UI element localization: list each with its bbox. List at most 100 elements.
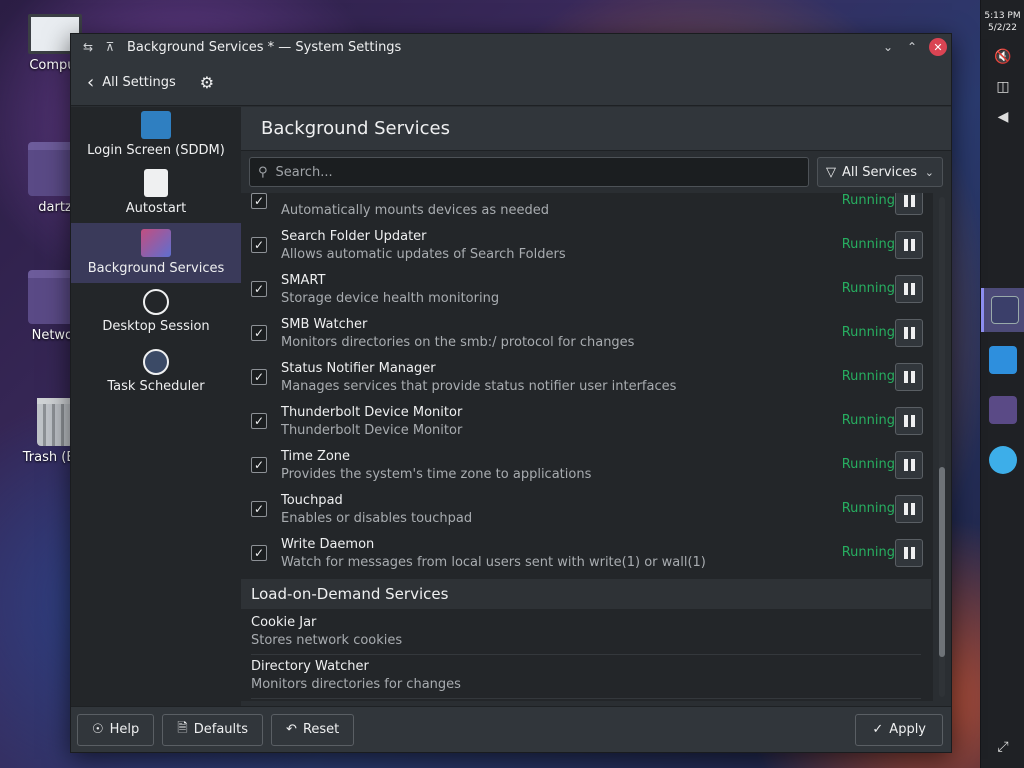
service-enabled-checkbox[interactable]: ✓ bbox=[251, 413, 267, 429]
minimize-icon[interactable]: ⌄ bbox=[877, 36, 899, 58]
pause-bar bbox=[903, 327, 908, 339]
service-enabled-checkbox[interactable]: ✓ bbox=[251, 369, 267, 385]
service-row[interactable]: ✓ Touchpad Enables or disables touchpad Run… bbox=[241, 489, 931, 533]
chevron-down-icon: ⌄ bbox=[924, 165, 934, 179]
login-screen-icon bbox=[141, 111, 171, 139]
service-status: Running bbox=[841, 545, 895, 560]
system-settings-task[interactable] bbox=[981, 288, 1024, 332]
load-on-demand-row[interactable]: Cookie Jar Stores network cookies bbox=[241, 611, 931, 655]
pause-service-button[interactable] bbox=[895, 193, 923, 215]
close-icon[interactable]: ✕ bbox=[929, 38, 947, 56]
collapse-arrow-icon[interactable]: ◀ bbox=[981, 102, 1024, 132]
store-icon bbox=[989, 346, 1017, 374]
defaults-button[interactable]: 🗎 Defaults bbox=[162, 713, 264, 746]
settings-gear-task[interactable] bbox=[981, 438, 1024, 482]
service-row[interactable]: ✓ SMART Storage device health monitoring Ru… bbox=[241, 269, 931, 313]
clock-time: 5:13 PM bbox=[984, 11, 1021, 21]
service-description: Stores network cookies bbox=[251, 633, 403, 648]
sidebar-item-task-scheduler[interactable]: Task Scheduler bbox=[71, 343, 241, 403]
service-row[interactable]: ✓ Automatically mounts devices as needed R… bbox=[241, 193, 931, 225]
service-enabled-checkbox[interactable]: ✓ bbox=[251, 281, 267, 297]
keep-above-icon[interactable]: ⊼ bbox=[99, 36, 121, 58]
service-row[interactable]: ✓ Thunderbolt Device Monitor Thunderbolt D… bbox=[241, 401, 931, 445]
load-on-demand-row[interactable]: Directory Watcher Monitors directories fo… bbox=[241, 655, 931, 699]
service-description: Automatically mounts devices as needed bbox=[281, 203, 549, 218]
filter-label: All Services bbox=[842, 164, 918, 180]
pause-service-button[interactable] bbox=[895, 319, 923, 347]
pause-service-button[interactable] bbox=[895, 363, 923, 391]
scrollbar-thumb[interactable] bbox=[939, 467, 945, 657]
display-icon[interactable]: ◫ bbox=[981, 72, 1024, 102]
store-task[interactable] bbox=[981, 338, 1024, 382]
clock-date: 5/2/22 bbox=[988, 23, 1017, 33]
service-row[interactable]: ✓ Write Daemon Watch for messages from loc… bbox=[241, 533, 931, 577]
window-menu-icon[interactable]: ⇆ bbox=[77, 36, 99, 58]
service-row[interactable]: ✓ Status Notifier Manager Manages services… bbox=[241, 357, 931, 401]
task-scheduler-icon bbox=[143, 349, 169, 375]
service-enabled-checkbox[interactable]: ✓ bbox=[251, 237, 267, 253]
pause-service-button[interactable] bbox=[895, 495, 923, 523]
pause-bar bbox=[903, 459, 908, 471]
service-name: Search Folder Updater bbox=[281, 229, 427, 244]
help-label: Help bbox=[109, 722, 140, 737]
pause-bar bbox=[910, 195, 915, 207]
reset-label: Reset bbox=[302, 722, 340, 737]
load-on-demand-row[interactable]: Hardware Detection bbox=[241, 699, 931, 701]
apply-button[interactable]: ✓ Apply bbox=[855, 713, 943, 746]
sidebar-item-label: Autostart bbox=[125, 201, 187, 216]
service-row[interactable]: ✓ SMB Watcher Monitors directories on the … bbox=[241, 313, 931, 357]
service-description: Provides the system's time zone to appli… bbox=[281, 467, 592, 482]
service-enabled-checkbox[interactable]: ✓ bbox=[251, 501, 267, 517]
titlebar[interactable]: ⇆ ⊼ Background Services * — System Setti… bbox=[71, 34, 951, 60]
service-enabled-checkbox[interactable]: ✓ bbox=[251, 457, 267, 473]
help-lifebuoy-icon[interactable]: ⚙ bbox=[200, 73, 214, 92]
pause-service-button[interactable] bbox=[895, 231, 923, 259]
digital-clock[interactable]: 5:13 PM 5/2/22 bbox=[981, 0, 1024, 34]
search-field[interactable]: ⚲ bbox=[249, 157, 809, 187]
pause-bar bbox=[910, 459, 915, 471]
pause-bar bbox=[903, 283, 908, 295]
all-settings-label: All Settings bbox=[102, 75, 176, 90]
pause-bar bbox=[910, 327, 915, 339]
chevron-left-icon: ‹ bbox=[87, 72, 95, 93]
move-handle-icon[interactable]: ⤢ bbox=[981, 732, 1024, 762]
service-name: SMB Watcher bbox=[281, 317, 368, 332]
sidebar-item-desktop-session[interactable]: Desktop Session bbox=[71, 283, 241, 343]
service-enabled-checkbox[interactable]: ✓ bbox=[251, 193, 267, 209]
service-status: Running bbox=[841, 369, 895, 384]
system-settings-window: ⇆ ⊼ Background Services * — System Setti… bbox=[70, 33, 952, 753]
sidebar-item-label: Background Services bbox=[87, 261, 225, 276]
scrollbar[interactable] bbox=[939, 197, 945, 697]
sidebar-item-background-services[interactable]: Background Services bbox=[71, 223, 241, 283]
pause-bar bbox=[903, 415, 908, 427]
pause-service-button[interactable] bbox=[895, 407, 923, 435]
service-row[interactable]: ✓ Search Folder Updater Allows automatic u… bbox=[241, 225, 931, 269]
service-description: Manages services that provide status not… bbox=[281, 379, 677, 394]
sidebar-item-login-screen[interactable]: Login Screen (SDDM) bbox=[71, 107, 241, 163]
gear-icon bbox=[989, 446, 1017, 474]
service-name: SMART bbox=[281, 273, 326, 288]
volume-muted-icon[interactable]: 🔇 bbox=[981, 42, 1024, 72]
help-icon: ☉ bbox=[92, 722, 104, 737]
help-button[interactable]: ☉ Help bbox=[77, 713, 155, 746]
pause-bar bbox=[910, 415, 915, 427]
service-enabled-checkbox[interactable]: ✓ bbox=[251, 325, 267, 341]
service-enabled-checkbox[interactable]: ✓ bbox=[251, 545, 267, 561]
services-filter-combo[interactable]: ▽ All Services ⌄ bbox=[817, 157, 943, 187]
maximize-icon[interactable]: ⌃ bbox=[901, 36, 923, 58]
all-settings-button[interactable]: ‹ All Settings bbox=[87, 72, 176, 93]
service-status: Running bbox=[841, 457, 895, 472]
pause-service-button[interactable] bbox=[895, 539, 923, 567]
desktop-session-icon bbox=[143, 289, 169, 315]
service-status: Running bbox=[841, 281, 895, 296]
reset-button[interactable]: ↶ Reset bbox=[271, 713, 355, 746]
pause-service-button[interactable] bbox=[895, 451, 923, 479]
footer-bar: ☉ Help 🗎 Defaults ↶ Reset ✓ Apply bbox=[71, 706, 951, 752]
sidebar-item-autostart[interactable]: Autostart bbox=[71, 163, 241, 223]
pause-service-button[interactable] bbox=[895, 275, 923, 303]
files-task[interactable] bbox=[981, 388, 1024, 432]
service-row[interactable]: ✓ Time Zone Provides the system's time zon… bbox=[241, 445, 931, 489]
search-input[interactable] bbox=[275, 164, 800, 180]
service-description: Storage device health monitoring bbox=[281, 291, 500, 306]
pause-bar bbox=[910, 239, 915, 251]
